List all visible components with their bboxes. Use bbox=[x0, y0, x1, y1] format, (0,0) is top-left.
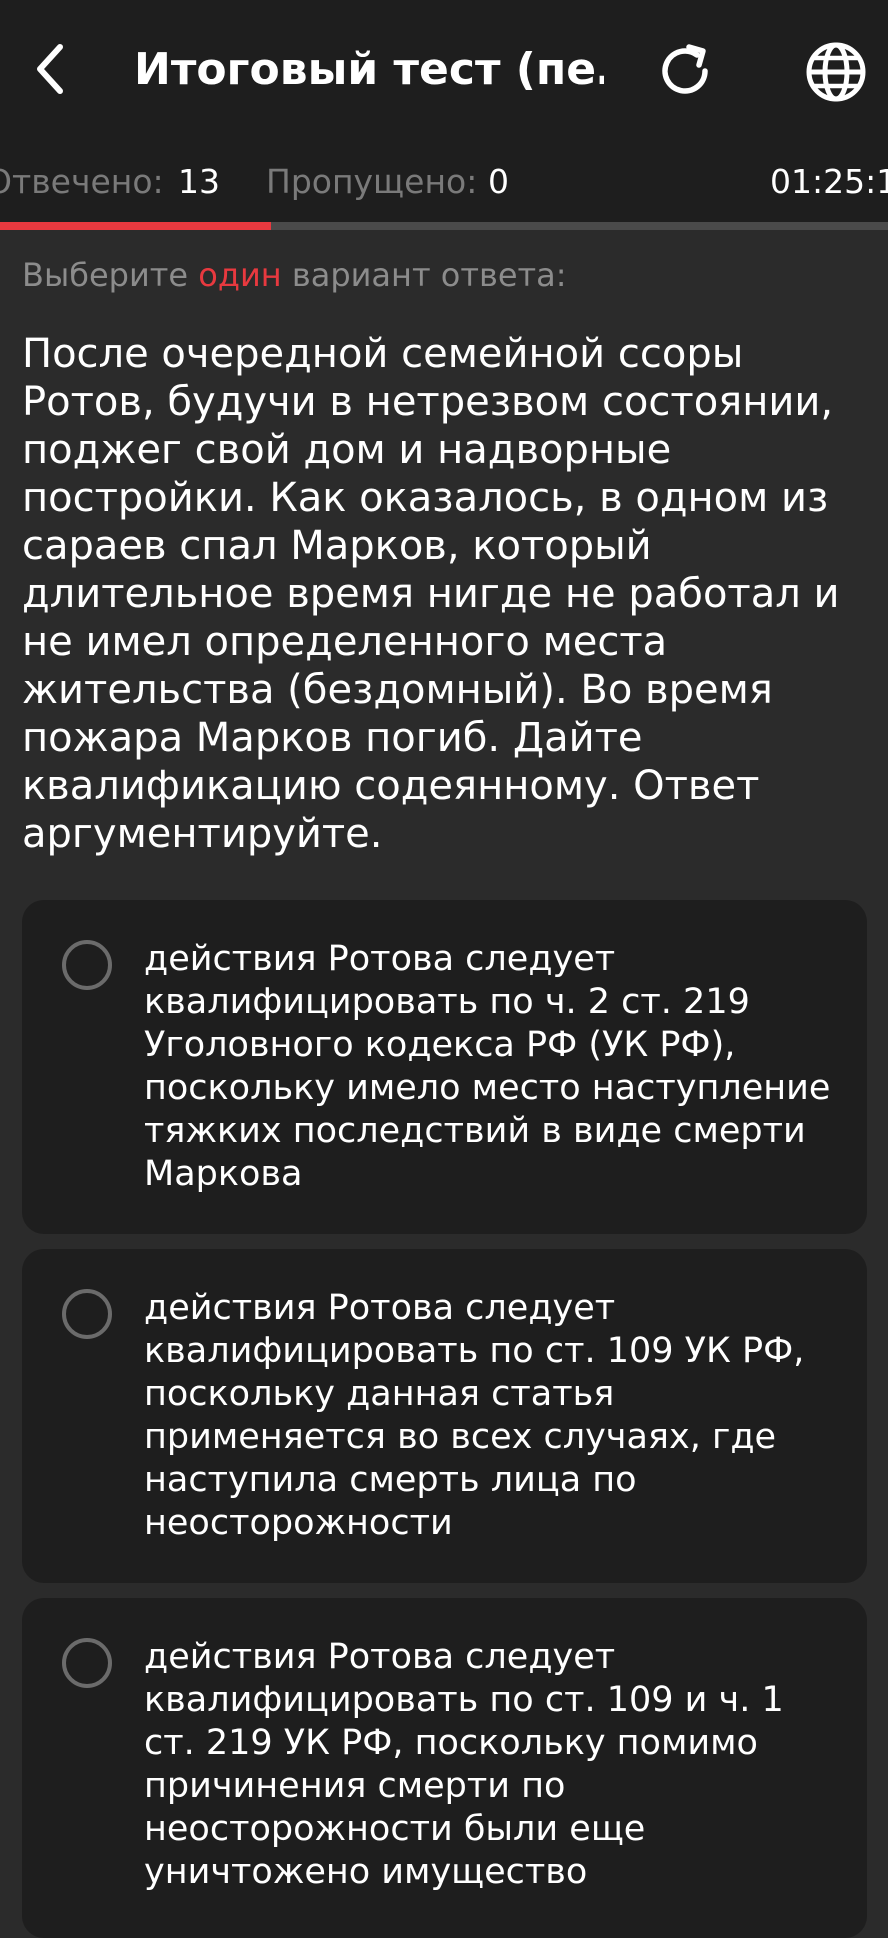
skipped-label: Пропущено: bbox=[266, 162, 478, 201]
progress-fill bbox=[0, 222, 271, 230]
answer-option-3[interactable]: действия Ротова следует квалифицировать … bbox=[22, 1598, 867, 1938]
skipped-count: 0 bbox=[488, 162, 509, 201]
answer-option-text: действия Ротова следует квалифицировать … bbox=[144, 1288, 805, 1543]
app-bar: Итоговый тест (пе… bbox=[0, 0, 888, 140]
instruction: Выберите один вариант ответа: bbox=[22, 250, 872, 300]
timer: 01:25:11 bbox=[770, 162, 888, 201]
answered-label: Отвечено: bbox=[0, 162, 164, 201]
answer-option-2[interactable]: действия Ротова следует квалифицировать … bbox=[22, 1249, 867, 1583]
question-text: После очередной семейной ссоры Ротов, бу… bbox=[22, 331, 840, 857]
test-status-bar: Отвечено: 13 Пропущено: 0 01:25:11 bbox=[0, 140, 888, 224]
instruction-text-end: вариант ответа: bbox=[281, 256, 567, 294]
progress-bar bbox=[0, 222, 888, 230]
answer-option-1[interactable]: действия Ротова следует квалифицировать … bbox=[22, 900, 867, 1234]
radio-button[interactable] bbox=[62, 1289, 112, 1339]
answer-option-text: действия Ротова следует квалифицировать … bbox=[144, 1637, 784, 1892]
radio-button[interactable] bbox=[62, 1638, 112, 1688]
back-button[interactable] bbox=[22, 34, 78, 104]
chevron-left-icon bbox=[37, 44, 63, 94]
answered-count: 13 bbox=[178, 162, 220, 201]
radio-button[interactable] bbox=[62, 940, 112, 990]
instruction-accent: один bbox=[198, 256, 282, 294]
instruction-text: Выберите bbox=[22, 256, 199, 294]
refresh-icon bbox=[662, 44, 708, 94]
refresh-button[interactable] bbox=[650, 36, 720, 106]
language-button[interactable] bbox=[800, 36, 872, 108]
answer-option-text: действия Ротова следует квалифицировать … bbox=[144, 939, 831, 1194]
globe-icon bbox=[806, 42, 866, 102]
page-title: Итоговый тест (пе… bbox=[134, 44, 604, 95]
